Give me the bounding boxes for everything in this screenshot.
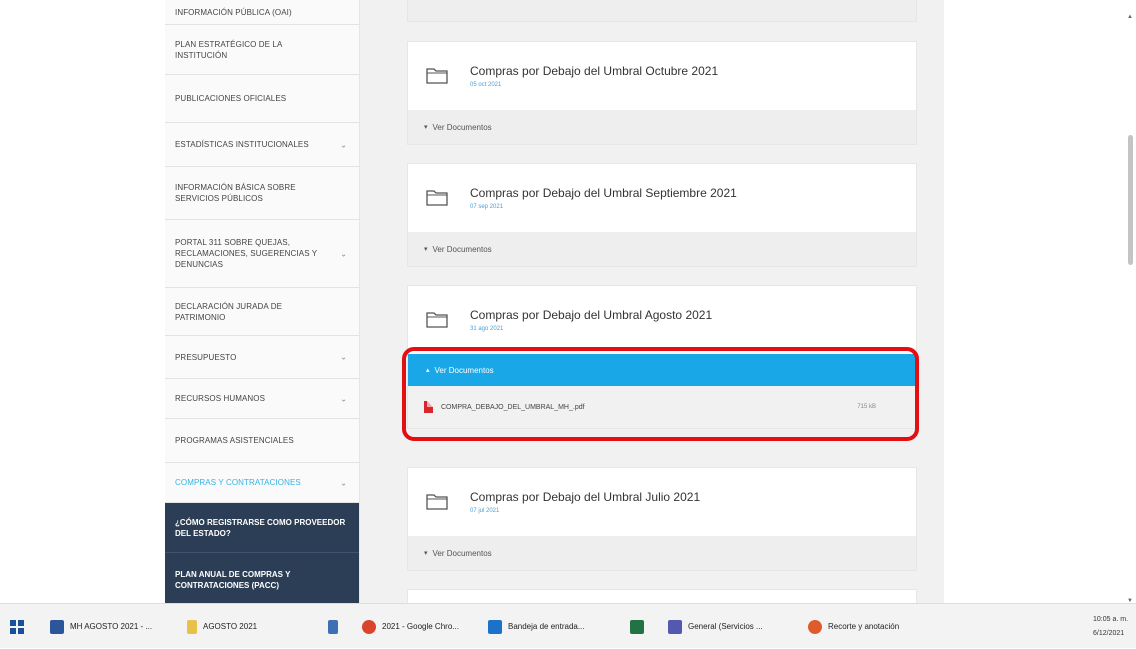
- sidebar-item-label: INFORMACIÓN PÚBLICA (OAI): [175, 8, 292, 17]
- toggle-label: Ver Documentos: [432, 548, 492, 558]
- scrollbar-thumb[interactable]: [1128, 135, 1133, 265]
- sidebar-item-label: COMPRAS Y CONTRATACIONES: [175, 478, 301, 487]
- excel-icon: [630, 619, 644, 634]
- word-icon: [50, 619, 64, 634]
- card-title: Compras por Debajo del Umbral Julio 2021: [470, 490, 701, 504]
- card-date: 07 jul 2021: [470, 508, 500, 514]
- card-title: Compras por Debajo del Umbral Septiembre…: [470, 186, 737, 200]
- sidebar-item-label: PORTAL 311 SOBRE QUEJAS, RECLAMACIONES, …: [175, 238, 318, 269]
- sidebar-item-label: RECURSOS HUMANOS: [175, 394, 266, 403]
- sidebar-subitem-pacc[interactable]: PLAN ANUAL DE COMPRAS Y CONTRATACIONES (…: [165, 553, 359, 603]
- chrome-icon: [362, 619, 376, 634]
- taskbar-app-label: General (Servicios ...: [688, 622, 763, 631]
- sidebar-item-presupuesto[interactable]: PRESUPUESTO ⌄: [165, 336, 359, 379]
- sidebar-item-servicios[interactable]: INFORMACIÓN BÁSICA SOBRE SERVICIOS PÚBLI…: [165, 167, 359, 220]
- windows-taskbar: MH AGOSTO 2021 - ... AGOSTO 2021 2021 - …: [0, 603, 1136, 648]
- system-clock[interactable]: 10:05 a. m. 6/12/2021: [1093, 613, 1128, 641]
- taskbar-app-notepad[interactable]: [328, 604, 344, 649]
- ver-documentos-toggle[interactable]: ▾ Ver Documentos: [408, 536, 916, 570]
- chevron-down-icon: ⌄: [340, 140, 347, 149]
- sidebar-subitem-label: PLAN ANUAL DE COMPRAS Y CONTRATACIONES (…: [175, 570, 291, 590]
- sidebar-item-label: DECLARACIÓN JURADA DE PATRIMONIO: [175, 301, 283, 322]
- document-card: Compras por Debajo del Umbral Octubre 20…: [407, 41, 917, 145]
- card-date: 31 ago 2021: [470, 326, 504, 332]
- clock-time: 10:05 a. m.: [1093, 616, 1129, 623]
- taskbar-app-word[interactable]: MH AGOSTO 2021 - ...: [50, 604, 152, 649]
- clock-date: 6/12/2021: [1093, 630, 1125, 637]
- card-title: Compras por Debajo del Umbral Agosto 202…: [470, 308, 713, 322]
- card-date: 05 oct 2021: [470, 82, 502, 88]
- toggle-label: Ver Documentos: [432, 244, 492, 254]
- annotation-highlight-box: [402, 347, 919, 441]
- chevron-down-icon: ▾: [424, 550, 428, 557]
- card-header: Compras por Debajo del Umbral Septiembre…: [408, 164, 916, 232]
- sidebar-item-compras[interactable]: COMPRAS Y CONTRATACIONES ⌄: [165, 463, 359, 503]
- chevron-down-icon: ⌄: [340, 249, 347, 258]
- taskbar-app-excel[interactable]: [630, 604, 650, 649]
- sidebar-item-plan-estrategico[interactable]: PLAN ESTRATÉGICO DE LA INSTITUCIÓN: [165, 25, 359, 75]
- sidebar-item-label: INFORMACIÓN BÁSICA SOBRE SERVICIOS PÚBLI…: [175, 183, 296, 203]
- teams-icon: [668, 619, 682, 634]
- taskbar-app-label: Bandeja de entrada...: [508, 622, 585, 631]
- outlook-icon: [488, 619, 502, 634]
- taskbar-app-explorer[interactable]: AGOSTO 2021: [187, 604, 257, 649]
- sidebar-item-label: ESTADÍSTICAS INSTITUCIONALES: [175, 140, 309, 149]
- taskbar-app-label: MH AGOSTO 2021 - ...: [70, 622, 153, 631]
- notepad-icon: [328, 619, 338, 634]
- card-header: Compras por Debajo del Umbral Octubre 20…: [408, 42, 916, 110]
- folder-icon: [426, 68, 448, 84]
- sidebar-item-estadisticas[interactable]: ESTADÍSTICAS INSTITUCIONALES ⌄: [165, 123, 359, 167]
- taskbar-app-chrome[interactable]: 2021 - Google Chro...: [362, 604, 459, 649]
- sidebar-subitem-label: ¿CÓMO REGISTRARSE COMO PROVEEDOR DEL EST…: [175, 517, 346, 538]
- sidebar-item-recursos-humanos[interactable]: RECURSOS HUMANOS ⌄: [165, 379, 359, 419]
- ver-documentos-toggle[interactable]: ▾ Ver Documentos: [408, 110, 916, 144]
- toggle-label: Ver Documentos: [432, 122, 492, 132]
- sidebar-item-portal-311[interactable]: PORTAL 311 SOBRE QUEJAS, RECLAMACIONES, …: [165, 220, 359, 288]
- folder-icon: [426, 312, 448, 328]
- card-header: Compras por Debajo del Umbral Agosto 202…: [408, 286, 916, 354]
- taskbar-app-label: AGOSTO 2021: [203, 622, 258, 631]
- card-previous-footer: [407, 0, 917, 22]
- folder-icon: [426, 494, 448, 510]
- taskbar-app-outlook[interactable]: Bandeja de entrada...: [488, 604, 585, 649]
- ver-documentos-toggle[interactable]: ▾ Ver Documentos: [408, 232, 916, 266]
- card-title: Compras por Debajo del Umbral Octubre 20…: [470, 64, 719, 78]
- sidebar-item-label: PUBLICACIONES OFICIALES: [175, 94, 287, 103]
- right-margin: [944, 0, 1136, 603]
- sidebar-item-label: PLAN ESTRATÉGICO DE LA INSTITUCIÓN: [175, 39, 282, 60]
- chevron-down-icon: ▾: [424, 246, 428, 253]
- folder-icon: [187, 619, 197, 634]
- left-margin: [0, 0, 165, 603]
- folder-icon: [426, 190, 448, 206]
- snip-icon: [808, 619, 822, 634]
- document-card: Compras por Debajo del Umbral Julio 2021…: [407, 467, 917, 571]
- chevron-down-icon: ⌄: [340, 394, 347, 403]
- taskbar-app-snip[interactable]: Recorte y anotación: [808, 604, 899, 649]
- sidebar-nav: INFORMACIÓN PÚBLICA (OAI) PLAN ESTRATÉGI…: [165, 0, 360, 603]
- document-card: Compras por Debajo del Umbral Septiembre…: [407, 163, 917, 267]
- scroll-up-arrow-icon[interactable]: ▲: [1127, 14, 1133, 20]
- sidebar-item-oai[interactable]: INFORMACIÓN PÚBLICA (OAI): [165, 0, 359, 25]
- chevron-down-icon: ▾: [424, 124, 428, 131]
- sidebar-item-label: PRESUPUESTO: [175, 352, 237, 362]
- windows-start-icon: [10, 619, 24, 634]
- sidebar-item-publicaciones[interactable]: PUBLICACIONES OFICIALES: [165, 75, 359, 123]
- card-date: 07 sep 2021: [470, 204, 504, 210]
- sidebar-subitem-registro-proveedor[interactable]: ¿CÓMO REGISTRARSE COMO PROVEEDOR DEL EST…: [165, 503, 359, 553]
- chevron-down-icon: ⌄: [340, 352, 347, 362]
- browser-page: INFORMACIÓN PÚBLICA (OAI) PLAN ESTRATÉGI…: [0, 0, 1136, 609]
- sidebar-item-declaracion[interactable]: DECLARACIÓN JURADA DE PATRIMONIO: [165, 288, 359, 336]
- sidebar-item-label: PROGRAMAS ASISTENCIALES: [175, 436, 294, 445]
- card-header: Compras por Debajo del Umbral Julio 2021…: [408, 468, 916, 536]
- sidebar-item-programas[interactable]: PROGRAMAS ASISTENCIALES: [165, 419, 359, 463]
- taskbar-app-teams[interactable]: General (Servicios ...: [668, 604, 763, 649]
- scrollbar[interactable]: [1124, 0, 1136, 603]
- chevron-down-icon: ⌄: [340, 478, 347, 487]
- taskbar-app-label: Recorte y anotación: [828, 622, 900, 631]
- start-button[interactable]: [10, 604, 24, 649]
- taskbar-app-label: 2021 - Google Chro...: [382, 622, 459, 631]
